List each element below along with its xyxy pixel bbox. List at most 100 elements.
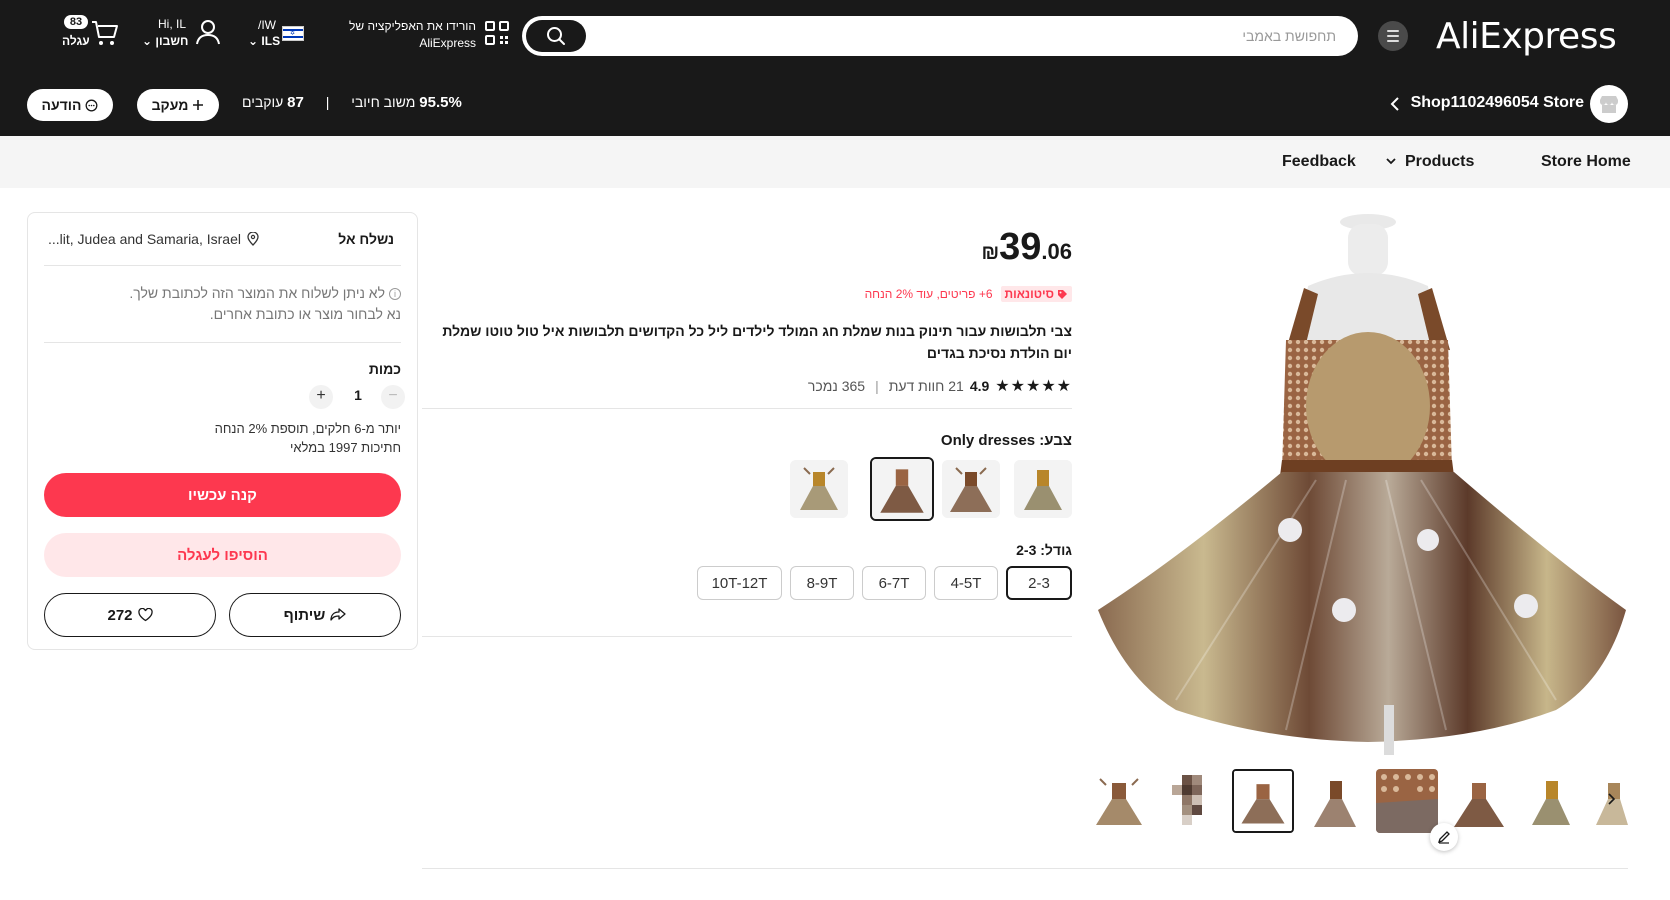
dress-swatch-icon <box>790 460 848 518</box>
size-option[interactable]: 10T-12T <box>697 566 782 600</box>
price-currency: ₪ <box>981 242 1000 264</box>
chevron-left-icon[interactable] <box>1390 96 1400 112</box>
share-icon <box>330 608 347 621</box>
app-download-text: הורידו את האפליקציה של AliExpress <box>349 18 476 52</box>
account-greeting: Hi, IL <box>158 17 187 31</box>
followers-value: 87 <box>287 94 304 111</box>
nav-store-home[interactable]: Store Home <box>1541 153 1631 171</box>
quantity-value[interactable]: 1 <box>343 387 373 403</box>
size-label: גודל: 2-3 <box>1016 542 1072 558</box>
quantity-increase-button[interactable]: + <box>309 385 333 409</box>
cart-link[interactable]: 83 עגלה <box>58 12 124 58</box>
dress-swatch-icon <box>1014 460 1072 518</box>
color-swatch-selected[interactable] <box>870 457 934 521</box>
menu-icon-line <box>1387 40 1399 42</box>
product-price: ₪39.06 <box>981 226 1072 269</box>
store-nav: Store Home Products Feedback <box>0 136 1670 188</box>
store-bar: Shop1102496054 Store 95.5% משוב חיובי | … <box>0 72 1670 136</box>
thumbnail-image-selected[interactable] <box>1232 769 1294 833</box>
chevron-down-icon <box>1386 158 1396 165</box>
nav-products[interactable]: Products <box>1386 153 1474 171</box>
categories-menu-button[interactable] <box>1378 21 1408 51</box>
dress-thumbnail-icon <box>1088 769 1150 833</box>
message-label: הודעה <box>41 97 82 113</box>
size-option[interactable]: 6-7T <box>862 566 926 600</box>
color-swatch[interactable] <box>790 460 848 518</box>
ship-to-address-text: ...lit, Judea and Samaria, Israel <box>48 231 241 247</box>
thumbnail-image[interactable] <box>1088 769 1150 833</box>
divider <box>44 265 401 266</box>
store-name[interactable]: Shop1102496054 Store <box>1411 94 1584 112</box>
store-avatar[interactable] <box>1590 85 1628 123</box>
price-decimal: .06 <box>1041 239 1072 264</box>
rating-separator: | <box>875 378 879 394</box>
share-button[interactable]: שיתוף <box>229 593 401 637</box>
thumbnail-image[interactable] <box>1448 769 1510 833</box>
thumbnail-image[interactable] <box>1376 769 1438 833</box>
app-download-link[interactable]: הורידו את האפליקציה של AliExpress <box>349 16 510 56</box>
bulk-info: יותר מ-6 חלקים, תוספת 2% הנחה חתיכות 199… <box>215 419 401 457</box>
store-icon <box>1600 96 1618 113</box>
quantity-label: כמות <box>368 361 401 377</box>
account-menu[interactable]: Hi, IL ⌄ חשבון <box>138 14 228 56</box>
message-button[interactable]: הודעה <box>27 89 113 121</box>
currency-code-text: ILS <box>261 34 281 48</box>
rating-score: 4.9 <box>969 378 990 394</box>
cart-icon <box>92 21 118 45</box>
share-label: שיתוף <box>283 606 326 624</box>
product-main-image[interactable] <box>1086 210 1626 755</box>
store-stats: 95.5% משוב חיובי | 87 עוקבים <box>242 94 462 111</box>
shipping-warning-line1: i לא ניתן לשלוח את המוצר הזה לכתובת שלך. <box>81 283 401 304</box>
rating-row: ★★★★★ 4.9 21 חוות דעת | 365 נמכר <box>808 376 1072 396</box>
search-bar <box>522 16 1358 56</box>
wholesale-promo: סיטונאות 6+ פריטים, עוד 2% הנחה <box>865 286 1072 302</box>
thumbnail-image[interactable] <box>1160 769 1222 833</box>
thumbnail-image[interactable] <box>1304 769 1366 833</box>
size-option[interactable]: 4-5T <box>934 566 998 600</box>
follow-button[interactable]: מעקב <box>137 89 219 121</box>
search-button[interactable] <box>526 20 586 52</box>
wishlist-button[interactable]: 272 <box>44 593 216 637</box>
dress-swatch-icon <box>872 459 932 519</box>
reviews-link[interactable]: 21 חוות דעת <box>889 378 964 394</box>
positive-feedback-label: משוב חיובי <box>351 94 416 110</box>
dress-swatch-icon <box>942 460 1000 518</box>
color-swatch[interactable] <box>1014 460 1072 518</box>
buy-now-button[interactable]: קנה עכשיו <box>44 473 401 517</box>
price-integer: 39 <box>999 226 1042 268</box>
search-input[interactable] <box>636 16 1336 56</box>
info-icon: i <box>389 288 401 300</box>
language-currency-selector[interactable]: /IW ⌄ ILS ✡ <box>244 16 308 56</box>
add-to-cart-button[interactable]: הוסיפו לעגלה <box>44 533 401 577</box>
quantity-stepper: − 1 + <box>309 385 405 409</box>
nav-feedback[interactable]: Feedback <box>1282 153 1356 171</box>
pencil-icon <box>1437 831 1450 844</box>
aliexpress-logo[interactable]: AliExpress <box>1436 16 1617 57</box>
divider <box>44 342 401 343</box>
ship-to-address[interactable]: ...lit, Judea and Samaria, Israel <box>48 231 259 247</box>
follow-label: מעקב <box>151 97 189 113</box>
divider <box>422 408 1072 409</box>
cart-count-badge: 83 <box>64 15 88 29</box>
dress-thumbnail-icon <box>1304 769 1366 833</box>
thumbnail-next-button[interactable] <box>1600 788 1622 810</box>
app-download-line1: הורידו את האפליקציה של <box>349 19 476 33</box>
color-swatch[interactable] <box>942 460 1000 518</box>
size-option-selected[interactable]: 2-3 <box>1006 566 1072 600</box>
image-edit-button[interactable] <box>1430 823 1458 851</box>
currency-code: ⌄ ILS <box>248 34 280 48</box>
plus-icon <box>193 100 204 110</box>
purchase-panel: נשלח אל ...lit, Judea and Samaria, Israe… <box>27 212 418 650</box>
wholesale-tag-text: סיטונאות <box>1004 287 1054 301</box>
quantity-decrease-button[interactable]: − <box>381 385 405 409</box>
size-option[interactable]: 8-9T <box>790 566 854 600</box>
user-icon <box>196 20 220 45</box>
thumbnail-strip <box>1088 769 1628 833</box>
dress-thumbnail-icon <box>1520 769 1582 833</box>
bulk-discount-text: יותר מ-6 חלקים, תוספת 2% הנחה <box>214 421 401 436</box>
thumbnail-image[interactable] <box>1520 769 1582 833</box>
language-code: /IW <box>258 18 276 32</box>
chevron-right-icon <box>1608 793 1615 805</box>
menu-icon-line <box>1387 35 1399 37</box>
wholesale-promo-text: 6+ פריטים, עוד 2% הנחה <box>864 287 993 301</box>
